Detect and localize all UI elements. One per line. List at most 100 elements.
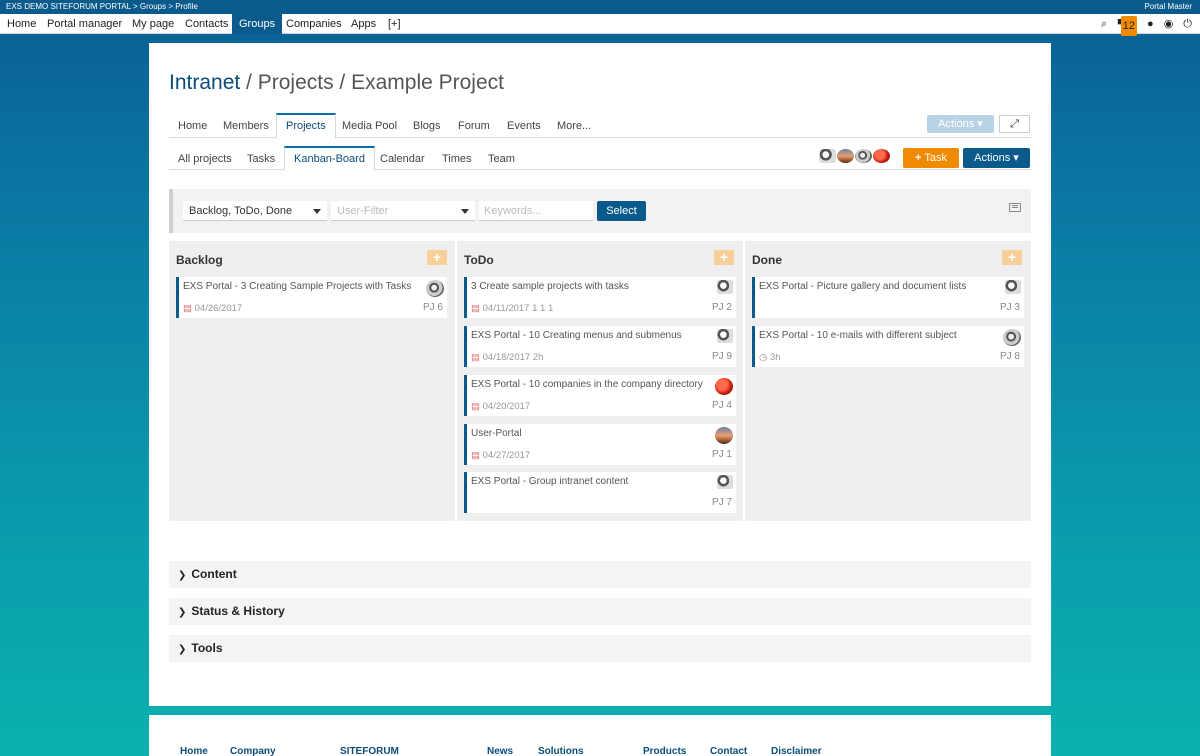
column-title: Done [752, 253, 782, 267]
tab-home[interactable]: Home [169, 113, 216, 138]
expand-icon: ⤢ [1010, 118, 1019, 130]
user-filter-select[interactable]: User-Filter [331, 201, 475, 221]
user-icon[interactable]: ● [1147, 14, 1154, 34]
section-status-history[interactable]: ❯ Status & History [169, 598, 1031, 625]
notification-badge: 12 [1120, 16, 1138, 36]
tab-forum[interactable]: Forum [449, 113, 499, 138]
kanban-board: Backlog + EXS Portal - 3 Creating Sample… [169, 241, 1031, 521]
kanban-card[interactable]: EXS Portal - 10 Creating menus and subme… [464, 326, 736, 367]
footer-link-solutions[interactable]: Solutions [538, 746, 584, 756]
bw-icon [717, 280, 733, 294]
nav-my-page[interactable]: My page [125, 14, 181, 34]
section-content[interactable]: ❯ Content [169, 561, 1031, 588]
section-tools[interactable]: ❯ Tools [169, 635, 1031, 662]
breadcrumb-root[interactable]: Intranet [169, 71, 240, 94]
tab-members[interactable]: Members [214, 113, 278, 138]
kanban-card[interactable]: EXS Portal - 3 Creating Sample Projects … [176, 277, 447, 318]
tab-more[interactable]: More... [548, 113, 600, 138]
status-filter-select[interactable]: Backlog, ToDo, Done [183, 201, 327, 221]
footer-link-news[interactable]: News [487, 746, 513, 756]
kanban-column-done: Done + EXS Portal - Picture gallery and … [745, 241, 1031, 521]
card-title: EXS Portal - 3 Creating Sample Projects … [183, 281, 412, 292]
kanban-card[interactable]: EXS Portal - Group intranet content PJ 7 [464, 472, 736, 513]
tab-media-pool[interactable]: Media Pool [333, 113, 406, 138]
nav-groups[interactable]: Groups [232, 14, 283, 34]
nav-apps[interactable]: Apps [344, 14, 383, 34]
card-title: User-Portal [471, 428, 522, 439]
user-filter-placeholder: User-Filter [337, 205, 389, 217]
messages-icon[interactable]: ■12 [1117, 12, 1138, 36]
search-icon[interactable]: ⌕ [1101, 14, 1107, 34]
add-card-button[interactable]: + [427, 250, 447, 265]
kanban-card[interactable]: EXS Portal - 10 companies in the company… [464, 375, 736, 416]
avatar[interactable] [819, 149, 836, 163]
kanban-card[interactable]: 3 Create sample projects with tasks ▤ 04… [464, 277, 736, 318]
kanban-card[interactable]: User-Portal ▤ 04/27/2017 PJ 1 [464, 424, 736, 465]
chevron-right-icon: ❯ [178, 644, 187, 655]
caret-down-icon [313, 209, 321, 214]
ball-icon [1003, 329, 1021, 346]
chevron-down-icon: ▾ [1013, 152, 1019, 164]
footer-link-disclaimer[interactable]: Disclaimer [771, 746, 822, 756]
card-id: PJ 4 [711, 400, 732, 411]
avatar[interactable] [837, 149, 854, 163]
card-meta: ▤ 04/20/2017 [471, 401, 530, 412]
tab-events[interactable]: Events [498, 113, 550, 138]
globe-icon[interactable]: ◉ [1164, 14, 1174, 34]
keywords-input[interactable] [479, 201, 593, 221]
bw-icon [1005, 280, 1021, 294]
card-id: PJ 7 [711, 497, 732, 508]
sunset-icon [715, 427, 733, 444]
footer-link-home[interactable]: Home [180, 746, 208, 756]
project-tabs: All projects Tasks Kanban-Board Calendar… [169, 146, 1031, 171]
add-card-button[interactable]: + [714, 250, 734, 265]
kanban-card[interactable]: EXS Portal - 10 e-mails with different s… [752, 326, 1024, 367]
breadcrumb-rest: / Projects / Example Project [240, 71, 504, 94]
tab-team[interactable]: Team [479, 146, 524, 170]
project-actions-button[interactable]: Actions ▾ [963, 148, 1030, 168]
footer-link-siteforum[interactable]: SITEFORUM [340, 746, 399, 756]
tab-blogs[interactable]: Blogs [404, 113, 450, 138]
add-task-button[interactable]: + Task [903, 148, 959, 168]
tab-kanban-board[interactable]: Kanban-Board [284, 146, 375, 171]
tab-tasks[interactable]: Tasks [238, 146, 284, 170]
power-icon[interactable]: ⏻ [1183, 14, 1192, 34]
nav-companies[interactable]: Companies [279, 14, 349, 34]
tab-all-projects[interactable]: All projects [169, 146, 241, 170]
chevron-right-icon: ❯ [178, 570, 187, 581]
nav-home[interactable]: Home [0, 14, 43, 34]
calendar-icon: ▤ [471, 352, 480, 363]
nav-add[interactable]: [+] [381, 14, 408, 34]
nav-contacts[interactable]: Contacts [178, 14, 235, 34]
card-id: PJ 9 [711, 351, 732, 362]
top-status-bar: EXS DEMO SITEFORUM PORTAL > Groups > Pro… [0, 0, 1200, 14]
filter-bar: Backlog, ToDo, Done User-Filter Select [169, 189, 1031, 233]
list-view-icon[interactable] [1009, 203, 1021, 212]
calendar-icon: ▤ [471, 303, 480, 314]
tab-calendar[interactable]: Calendar [371, 146, 434, 170]
card-date: 04/20/2017 [482, 401, 531, 412]
select-button[interactable]: Select [597, 201, 646, 221]
footer-link-company[interactable]: Company [230, 746, 276, 756]
chevron-down-icon: ▾ [977, 118, 983, 130]
tab-projects[interactable]: Projects [276, 113, 336, 139]
avatar[interactable] [873, 149, 890, 163]
card-time: 3h [769, 352, 781, 363]
kanban-column-todo: ToDo + 3 Create sample projects with tas… [457, 241, 743, 521]
avatar[interactable] [855, 149, 872, 163]
current-user[interactable]: Portal Master [1144, 0, 1192, 14]
expand-button[interactable]: ⤢ [999, 115, 1030, 133]
footer-link-products[interactable]: Products [643, 746, 686, 756]
add-task-label: Task [924, 152, 947, 164]
add-card-button[interactable]: + [1002, 250, 1022, 265]
card-meta: ◷ 3h [759, 352, 781, 363]
group-actions-button[interactable]: Actions ▾ [927, 115, 994, 133]
tab-times[interactable]: Times [433, 146, 481, 170]
red-icon [715, 378, 733, 395]
nav-portal-manager[interactable]: Portal manager [40, 14, 129, 34]
footer-link-contact[interactable]: Contact [710, 746, 747, 756]
card-meta: ▤ 04/26/2017 [183, 303, 242, 314]
kanban-column-backlog: Backlog + EXS Portal - 3 Creating Sample… [169, 241, 455, 521]
card-date: 04/26/2017 [194, 303, 243, 314]
kanban-card[interactable]: EXS Portal - Picture gallery and documen… [752, 277, 1024, 318]
